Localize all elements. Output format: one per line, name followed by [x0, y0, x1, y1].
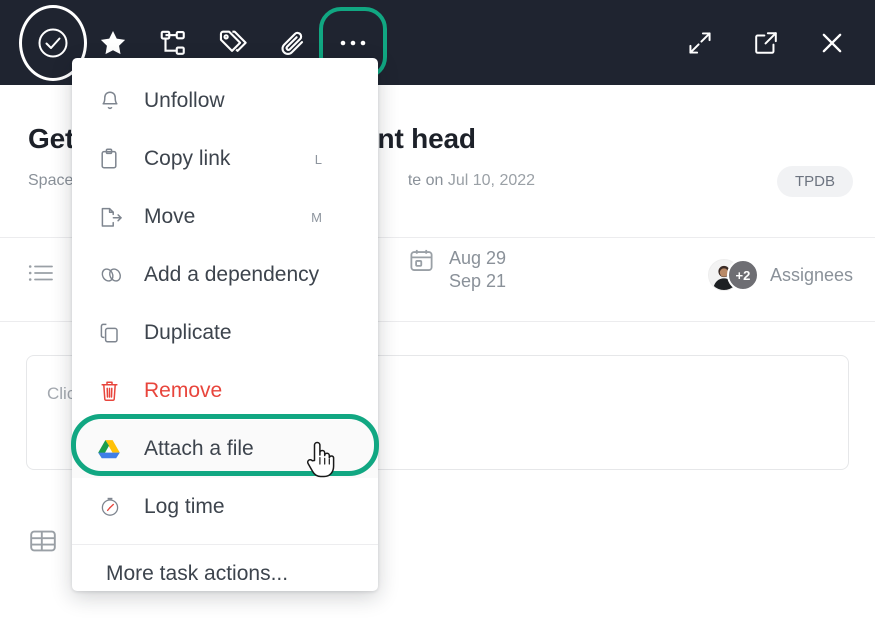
menu-item-copy-link[interactable]: Copy link L: [72, 130, 378, 188]
menu-item-move[interactable]: Move M: [72, 188, 378, 246]
move-file-icon: [98, 205, 130, 230]
menu-item-duplicate[interactable]: Duplicate: [72, 304, 378, 362]
trash-icon: [98, 379, 130, 404]
task-start-date: Aug 29: [449, 248, 507, 268]
expand-icon[interactable]: [683, 26, 717, 60]
menu-item-label: Unfollow: [144, 89, 225, 112]
menu-item-shortcut: M: [311, 209, 322, 225]
menu-item-shortcut: L: [314, 151, 322, 167]
check-circle-icon[interactable]: [19, 4, 87, 81]
task-created-date: Jul 10, 2022: [447, 172, 536, 189]
open-external-icon[interactable]: [749, 26, 783, 60]
subtask-icon[interactable]: [156, 26, 190, 60]
toolbar-right-group: [683, 26, 849, 60]
clipboard-icon: [98, 147, 130, 172]
menu-item-log-time[interactable]: Log time: [72, 478, 378, 536]
stopwatch-icon: [98, 495, 130, 519]
table-icon[interactable]: [28, 528, 58, 559]
menu-item-label: Duplicate: [144, 321, 232, 344]
menu-item-label: Remove: [144, 379, 223, 402]
space-badge[interactable]: TPDB: [776, 166, 853, 197]
link-icon: [98, 263, 130, 287]
duplicate-icon: [98, 321, 130, 346]
task-dates-field[interactable]: Aug 29 Sep 21: [408, 247, 506, 293]
calendar-icon: [408, 247, 435, 279]
paperclip-icon[interactable]: [276, 26, 310, 60]
assignee-overflow-badge: +2: [726, 259, 759, 291]
ellipsis-icon[interactable]: [319, 6, 387, 79]
task-assignees-field[interactable]: +2 Assignees: [707, 259, 853, 291]
menu-item-remove[interactable]: Remove: [72, 362, 378, 420]
list-icon: [28, 263, 54, 288]
menu-item-label: Attach a file: [144, 437, 254, 460]
google-drive-icon: [98, 439, 130, 459]
assignee-avatars: +2: [707, 259, 759, 291]
toolbar-left-group: [19, 4, 387, 81]
menu-item-label: Add a dependency: [144, 263, 320, 286]
menu-item-label: Move: [144, 205, 196, 228]
assignees-label: Assignees: [769, 264, 853, 285]
bell-icon: [98, 89, 130, 114]
menu-item-add-a-dependency[interactable]: Add a dependency: [72, 246, 378, 304]
close-icon[interactable]: [815, 26, 849, 60]
task-space-text: Space: [28, 172, 74, 189]
menu-item-more-task-actions[interactable]: More task actions...: [72, 545, 378, 603]
task-actions-menu[interactable]: Unfollow Copy link L Move M Add a depend…: [71, 58, 379, 591]
menu-item-attach-a-file[interactable]: Attach a file: [71, 414, 379, 478]
menu-item-unfollow[interactable]: Unfollow: [72, 72, 378, 130]
menu-item-label: Copy link: [144, 147, 231, 170]
page-title-left: Get: [28, 123, 75, 154]
tag-icon[interactable]: [216, 26, 250, 60]
star-icon[interactable]: [96, 26, 130, 60]
menu-item-label: Log time: [144, 495, 225, 518]
task-created-prefix: te on: [407, 172, 448, 189]
task-list-field[interactable]: [28, 263, 54, 288]
task-due-date: Sep 21: [449, 271, 507, 292]
